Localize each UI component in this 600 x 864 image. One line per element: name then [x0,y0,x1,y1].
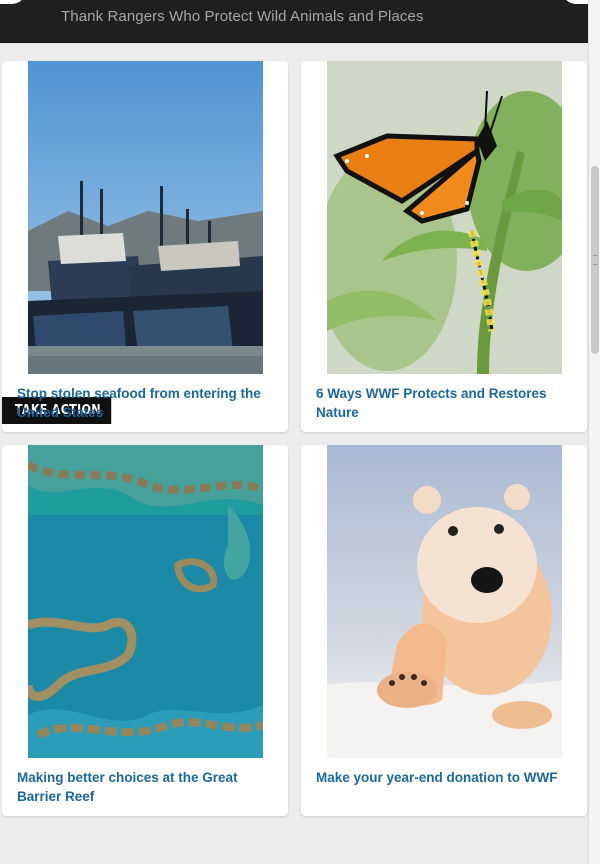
card-image-great-barrier-reef[interactable] [28,445,263,758]
story-card-nature[interactable]: 6 Ways WWF Protects and Restores Nature [301,61,587,432]
card-image-fishing-boats[interactable] [28,61,263,374]
card-title[interactable]: Stop stolen seafood from entering the Un… [17,384,276,422]
banner-text[interactable]: Thank Rangers Who Protect Wild Animals a… [61,8,424,25]
story-card-donation[interactable]: Make your year-end donation to WWF [301,445,587,816]
story-card-reef[interactable]: Making better choices at the Great Barri… [2,445,288,816]
banner-corner [562,0,588,4]
page: Thank Rangers Who Protect Wild Animals a… [0,0,588,864]
top-banner[interactable]: Thank Rangers Who Protect Wild Animals a… [0,0,588,43]
scrollbar-grip-icon [593,255,597,265]
card-title[interactable]: Making better choices at the Great Barri… [17,768,276,806]
vertical-scrollbar[interactable] [588,0,600,864]
card-title[interactable]: 6 Ways WWF Protects and Restores Nature [316,384,575,422]
card-image-monarch-butterfly[interactable] [327,61,562,374]
story-card-seafood[interactable]: TAKE ACTION Stop stolen seafood from ent… [2,61,288,432]
banner-corner [0,0,26,4]
card-title[interactable]: Make your year-end donation to WWF [316,768,575,787]
card-image-polar-bear[interactable] [327,445,562,758]
